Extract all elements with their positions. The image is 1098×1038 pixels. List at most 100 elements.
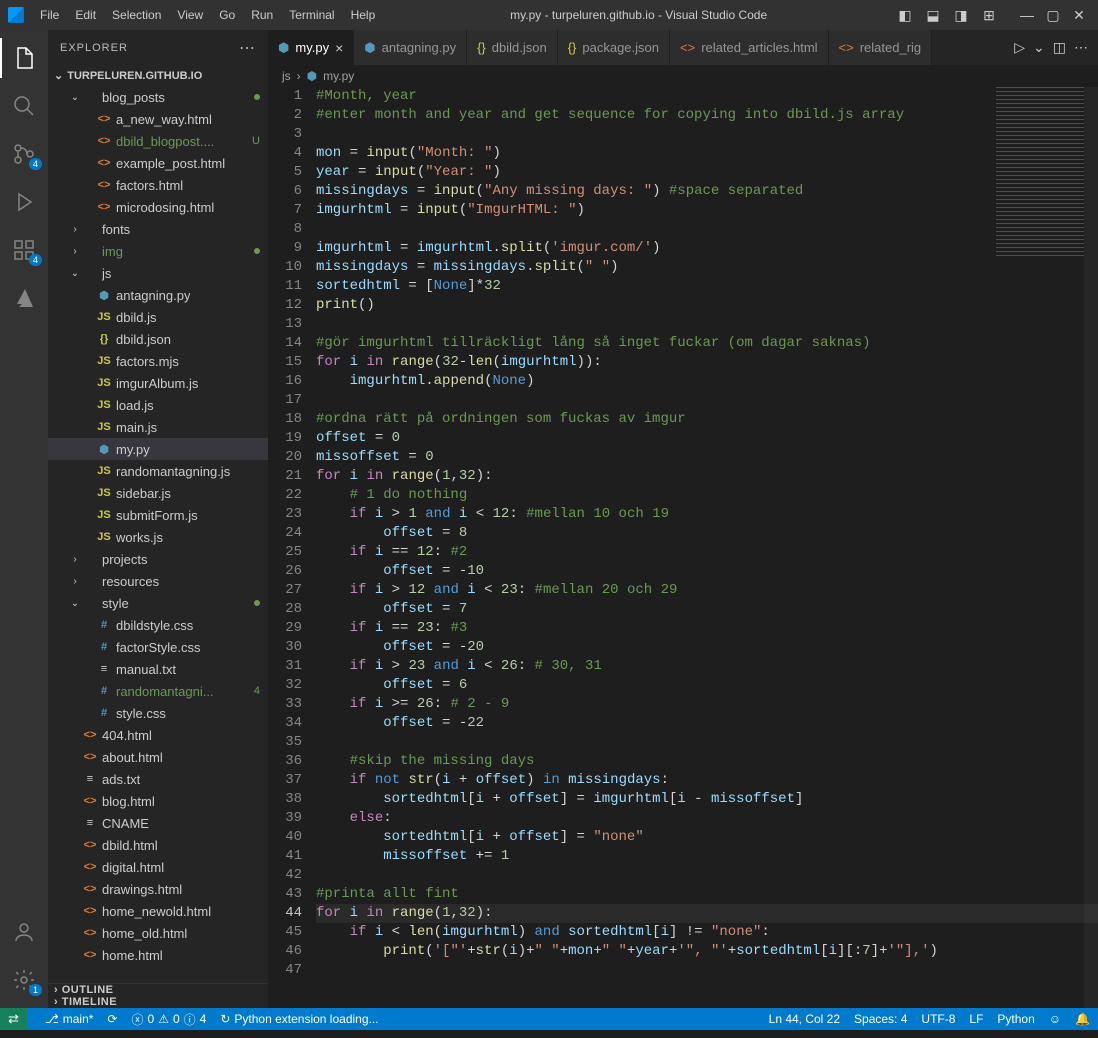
folder-js[interactable]: ⌄js [48,262,268,284]
timeline-section[interactable]: › TIMELINE [48,996,268,1008]
file-dbild_blogpost....[interactable]: <>dbild_blogpost....U [48,130,268,152]
menu-terminal[interactable]: Terminal [281,4,342,26]
file-dbild.js[interactable]: JSdbild.js [48,306,268,328]
feedback-icon[interactable]: ☺ [1049,1012,1061,1026]
code-line[interactable]: offset = 6 [316,676,1098,695]
menu-run[interactable]: Run [243,4,281,26]
remote-indicator[interactable]: ⇄ [0,1008,27,1030]
file-microdosing.html[interactable]: <>microdosing.html [48,196,268,218]
code-line[interactable] [316,733,1098,752]
code-line[interactable] [316,315,1098,334]
code-line[interactable]: imgurhtml = imgurhtml.split('imgur.com/'… [316,239,1098,258]
menu-edit[interactable]: Edit [67,4,104,26]
file-my.py[interactable]: ⬢my.py [48,438,268,460]
code-line[interactable]: for i in range(1,32): [316,904,1098,923]
tab-antagning.py[interactable]: ⬢antagning.py [354,30,467,65]
folder-projects[interactable]: ›projects [48,548,268,570]
code-line[interactable]: offset = -10 [316,562,1098,581]
debug-icon[interactable] [0,182,48,222]
folder-blog_posts[interactable]: ⌄blog_posts [48,86,268,108]
menu-go[interactable]: Go [211,4,243,26]
folder-style[interactable]: ⌄style [48,592,268,614]
tab-related_rig[interactable]: <>related_rig [829,30,933,65]
code-line[interactable]: if i < len(imgurhtml) and sortedhtml[i] … [316,923,1098,942]
file-a_new_way.html[interactable]: <>a_new_way.html [48,108,268,130]
file-main.js[interactable]: JSmain.js [48,416,268,438]
code-line[interactable]: #enter month and year and get sequence f… [316,106,1098,125]
code-line[interactable]: if not str(i + offset) in missingdays: [316,771,1098,790]
tab-package.json[interactable]: {}package.json [558,30,670,65]
cursor-position[interactable]: Ln 44, Col 22 [769,1012,840,1026]
language-mode[interactable]: Python [997,1012,1034,1026]
code-line[interactable]: mon = input("Month: ") [316,144,1098,163]
file-antagning.py[interactable]: ⬢antagning.py [48,284,268,306]
close-tab-icon[interactable]: × [335,40,343,56]
code-line[interactable]: #ordna rätt på ordningen som fuckas av i… [316,410,1098,429]
notifications-icon[interactable]: 🔔 [1075,1012,1090,1026]
code-line[interactable]: for i in range(32-len(imgurhtml)): [316,353,1098,372]
folder-resources[interactable]: ›resources [48,570,268,592]
run-icon[interactable]: ▷ [1014,39,1025,56]
file-dbildstyle.css[interactable]: #dbildstyle.css [48,614,268,636]
explorer-icon[interactable] [0,38,48,78]
run-dropdown-icon[interactable]: ⌄ [1033,39,1045,56]
code-line[interactable] [316,961,1098,980]
code-line[interactable]: missingdays = missingdays.split(" ") [316,258,1098,277]
file-sidebar.js[interactable]: JSsidebar.js [48,482,268,504]
menu-file[interactable]: File [32,4,67,26]
settings-gear-icon[interactable]: 1 [0,960,48,1000]
code-line[interactable]: missoffset += 1 [316,847,1098,866]
code-content[interactable]: #Month, year#enter month and year and ge… [316,87,1098,1008]
code-line[interactable] [316,866,1098,885]
code-line[interactable]: #Month, year [316,87,1098,106]
file-CNAME[interactable]: ≡CNAME [48,812,268,834]
code-line[interactable]: for i in range(1,32): [316,467,1098,486]
file-home_newold.html[interactable]: <>home_newold.html [48,900,268,922]
vertical-scrollbar[interactable] [1084,87,1098,1008]
search-icon[interactable] [0,86,48,126]
menu-help[interactable]: Help [343,4,384,26]
sidebar-more-icon[interactable]: ⋯ [239,38,256,58]
file-blog.html[interactable]: <>blog.html [48,790,268,812]
code-line[interactable]: if i > 23 and i < 26: # 30, 31 [316,657,1098,676]
file-imgurAlbum.js[interactable]: JSimgurAlbum.js [48,372,268,394]
menu-selection[interactable]: Selection [104,4,169,26]
loading-status[interactable]: ↻ Python extension loading... [220,1012,378,1026]
code-line[interactable] [316,125,1098,144]
file-submitForm.js[interactable]: JSsubmitForm.js [48,504,268,526]
file-randomantagni...[interactable]: #randomantagni...4 [48,680,268,702]
code-editor[interactable]: 1234567891011121314151617181920212223242… [268,87,1098,1008]
code-line[interactable]: imgurhtml = input("ImgurHTML: ") [316,201,1098,220]
code-line[interactable]: if i >= 26: # 2 - 9 [316,695,1098,714]
code-line[interactable]: sortedhtml = [None]*32 [316,277,1098,296]
tab-my.py[interactable]: ⬢my.py× [268,30,354,65]
code-line[interactable]: offset = 0 [316,429,1098,448]
file-load.js[interactable]: JSload.js [48,394,268,416]
indent-status[interactable]: Spaces: 4 [854,1012,907,1026]
outline-section[interactable]: › OUTLINE [48,984,268,996]
file-manual.txt[interactable]: ≡manual.txt [48,658,268,680]
file-home.html[interactable]: <>home.html [48,944,268,966]
file-works.js[interactable]: JSworks.js [48,526,268,548]
file-drawings.html[interactable]: <>drawings.html [48,878,268,900]
panel-right-icon[interactable]: ◨ [950,7,972,24]
code-line[interactable] [316,220,1098,239]
accounts-icon[interactable] [0,912,48,952]
code-line[interactable]: sortedhtml[i + offset] = "none" [316,828,1098,847]
code-line[interactable]: #gör imgurhtml tillräckligt lång så inge… [316,334,1098,353]
code-line[interactable]: missingdays = input("Any missing days: "… [316,182,1098,201]
code-line[interactable]: imgurhtml.append(None) [316,372,1098,391]
minimize-icon[interactable]: — [1016,7,1038,24]
split-editor-icon[interactable]: ◫ [1053,39,1066,56]
scm-icon[interactable]: 4 [0,134,48,174]
file-ads.txt[interactable]: ≡ads.txt [48,768,268,790]
file-dbild.json[interactable]: {}dbild.json [48,328,268,350]
code-line[interactable]: offset = -22 [316,714,1098,733]
folder-img[interactable]: ›img [48,240,268,262]
code-line[interactable]: if i == 23: #3 [316,619,1098,638]
panel-left-icon[interactable]: ◧ [894,7,916,24]
code-line[interactable]: print('["'+str(i)+" "+mon+" "+year+'", "… [316,942,1098,961]
azure-icon[interactable] [0,278,48,318]
file-factors.mjs[interactable]: JSfactors.mjs [48,350,268,372]
problems[interactable]: ⓧ 0 ⚠ 0 ⓘ 4 [131,1011,206,1028]
